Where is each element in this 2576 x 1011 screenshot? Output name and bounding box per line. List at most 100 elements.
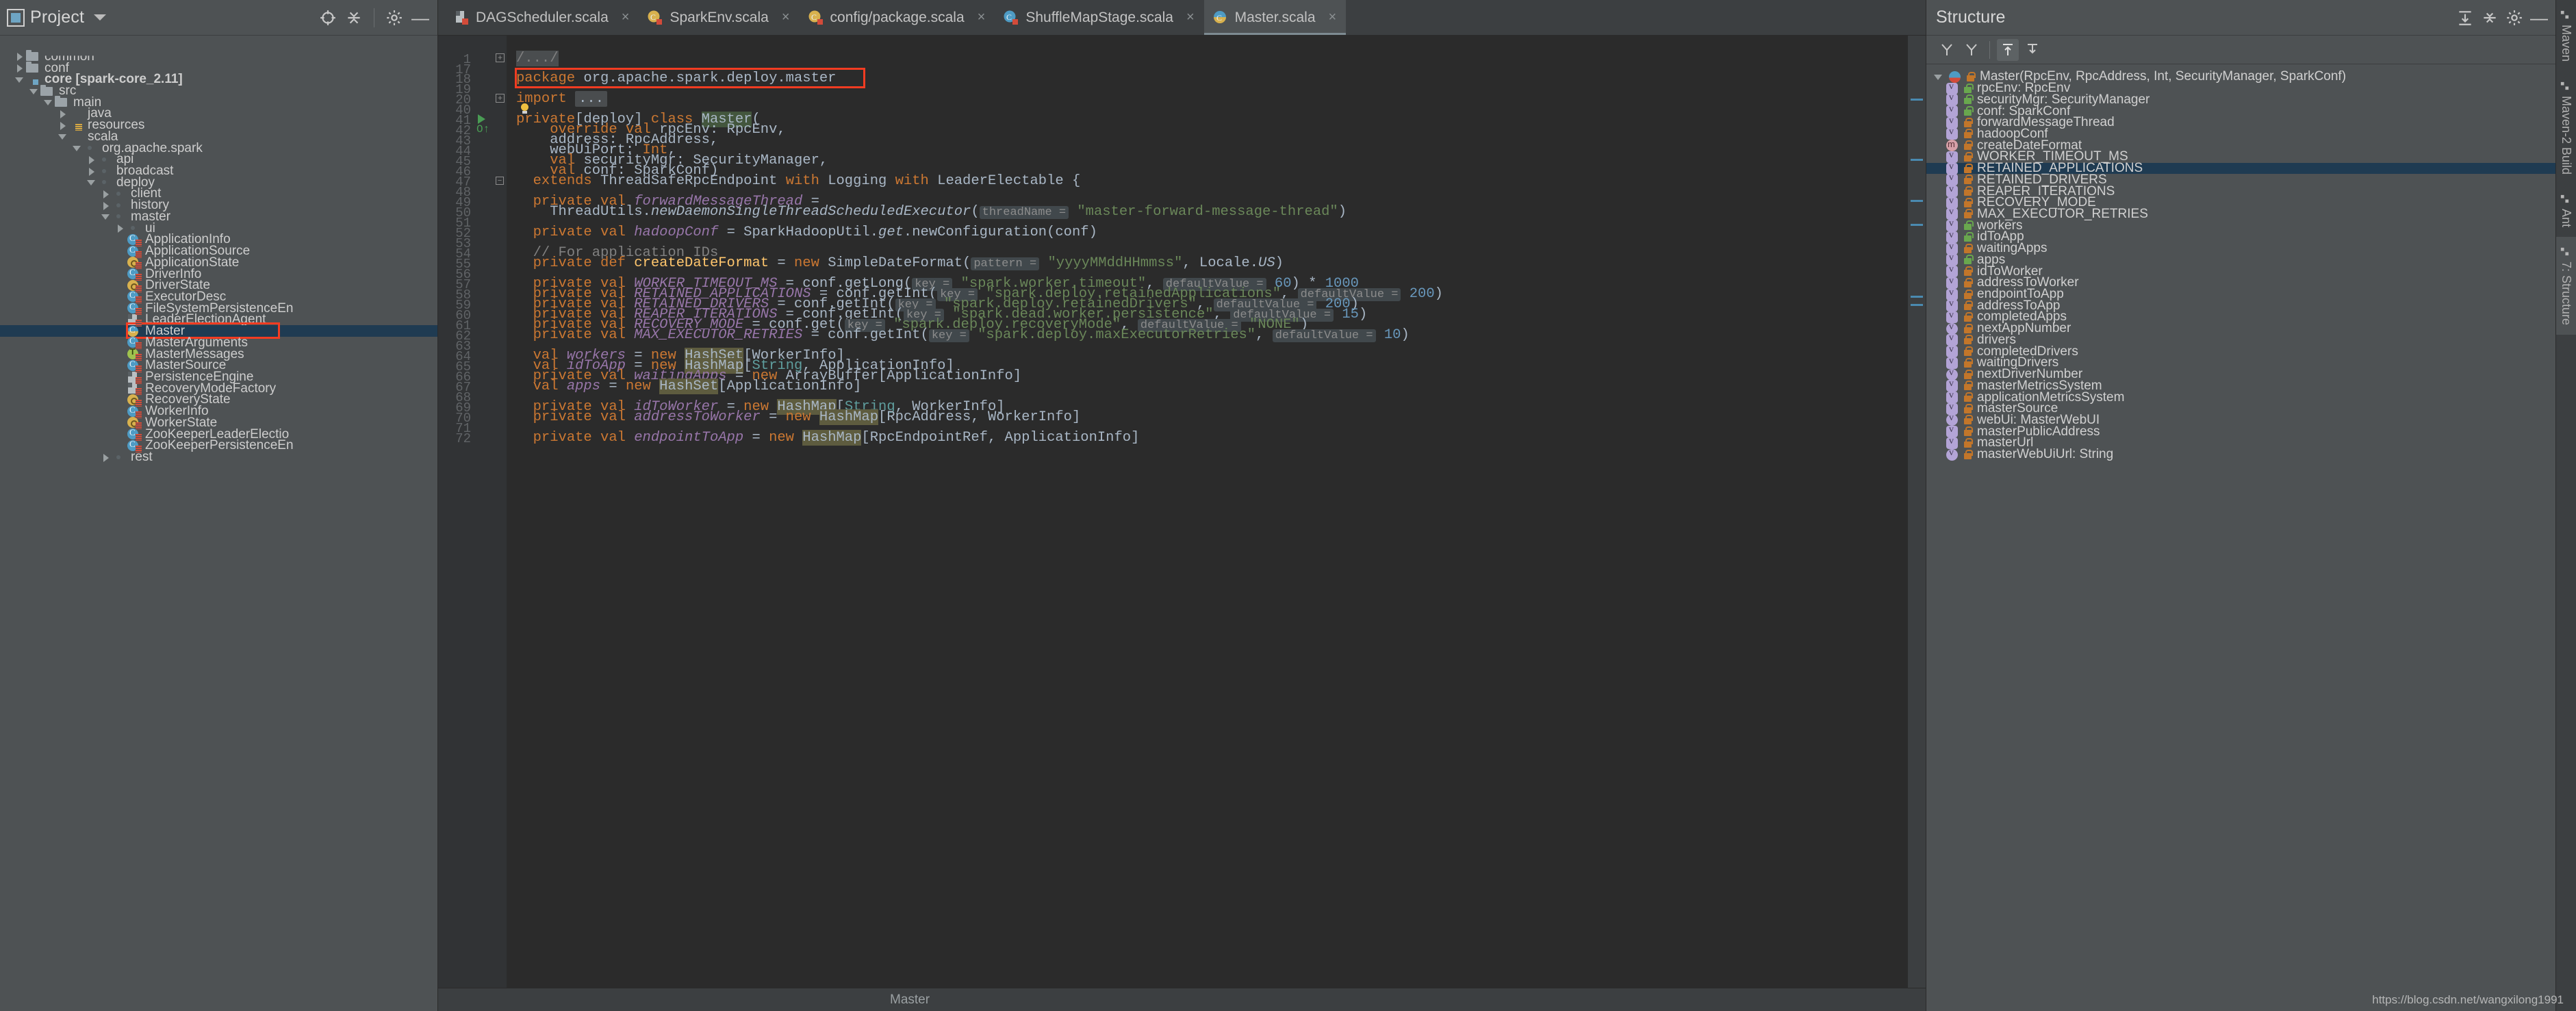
project-tree-item[interactable]: client	[0, 187, 437, 200]
close-icon[interactable]: ×	[978, 10, 986, 25]
project-tree-item[interactable]: resources	[0, 118, 437, 131]
code-line[interactable]: private def createDateFormat = new Simpl…	[516, 256, 1284, 271]
tool-window-tab[interactable]: Maven-2 Build	[2556, 71, 2576, 184]
editor-tab[interactable]: C SparkEnv.scala ×	[639, 0, 799, 35]
fold-expand-icon[interactable]: +	[496, 53, 505, 62]
chevron-down-icon[interactable]	[86, 177, 97, 188]
fold-collapse-icon[interactable]: −	[496, 177, 504, 185]
chevron-down-icon[interactable]	[1933, 71, 1944, 82]
locked-icon	[1963, 403, 1973, 415]
project-tree[interactable]: common conf core [spark-core_2.11] src main j…	[0, 36, 437, 1011]
project-tree-item[interactable]: ZooKeeperPersistenceEn	[0, 439, 437, 452]
locked-icon	[1963, 208, 1973, 220]
project-tree-item[interactable]: LeaderElectionAgent	[0, 313, 437, 327]
chevron-right-icon[interactable]	[86, 166, 97, 177]
marker-stripe[interactable]	[1908, 36, 1926, 988]
fold-expand-icon[interactable]: +	[496, 94, 505, 103]
sort-by-visibility-icon[interactable]	[1936, 39, 1958, 61]
chevron-down-icon[interactable]	[58, 131, 68, 142]
tool-window-tab[interactable]: Maven	[2556, 0, 2576, 71]
code-token: endpointToApp	[634, 430, 744, 446]
project-tree-item[interactable]: rest	[0, 450, 437, 463]
chevron-right-icon[interactable]	[14, 51, 25, 62]
chevron-right-icon[interactable]	[115, 222, 126, 233]
show-anonymous-icon[interactable]	[2022, 39, 2043, 61]
chevron-down-icon[interactable]	[101, 211, 112, 222]
expand-all-icon[interactable]	[2454, 7, 2476, 29]
project-tree-item[interactable]: org.apache.spark	[0, 142, 437, 155]
close-icon[interactable]: ×	[1329, 10, 1337, 25]
project-tree-item[interactable]: main	[0, 95, 437, 109]
code-line[interactable]: /.../	[516, 51, 559, 66]
chevron-right-icon[interactable]	[101, 200, 112, 211]
code-editor[interactable]: /.../ package org.apache.spark.deploy.mas…	[507, 36, 1908, 988]
structure-toolbar[interactable]	[1926, 36, 2555, 64]
editor-tab[interactable]: DAGScheduler.scala ×	[445, 0, 639, 35]
show-inherited-icon[interactable]	[1997, 38, 2019, 61]
chevron-down-icon[interactable]	[43, 97, 54, 107]
project-tree-item[interactable]: ApplicationState	[0, 256, 437, 270]
minimize-icon[interactable]: —	[410, 8, 431, 28]
structure-tree-item[interactable]: masterWebUiUrl: String	[1926, 447, 2555, 461]
code-line[interactable]: private val addressToWorker = new HashMa…	[516, 409, 1080, 425]
chevron-down-icon[interactable]	[94, 14, 107, 21]
code-token: "master-forward-message-thread"	[1069, 204, 1338, 220]
run-gutter-icon[interactable]	[478, 114, 485, 124]
overriding-method-icon[interactable]: O↑	[476, 123, 489, 136]
chevron-right-icon[interactable]	[58, 120, 68, 131]
editor-tab[interactable]: C ShuffleMapStage.scala ×	[995, 0, 1203, 35]
right-tool-strip[interactable]: Maven Maven-2 Build Ant 7: Structure	[2555, 0, 2576, 1011]
structure-tree[interactable]: Master(RpcEnv, RpcAddress, Int, Security…	[1926, 64, 2555, 1011]
project-tree-item[interactable]: DriverInfo	[0, 267, 437, 281]
project-tree-item[interactable]: scala	[0, 130, 437, 143]
close-icon[interactable]: ×	[622, 10, 630, 25]
project-tree-item[interactable]: deploy	[0, 176, 437, 189]
code-token: =	[600, 379, 626, 394]
close-icon[interactable]: ×	[1186, 10, 1195, 25]
editor-tab[interactable]: Cconfig/package.scala ×	[800, 0, 995, 35]
close-icon[interactable]: ×	[782, 10, 790, 25]
gear-icon	[2560, 81, 2572, 92]
structure-tree-item[interactable]: waitingApps	[1926, 241, 2555, 255]
tool-window-tab[interactable]: Ant	[2556, 184, 2576, 237]
chevron-down-icon[interactable]	[72, 142, 83, 153]
chevron-right-icon[interactable]	[86, 154, 97, 165]
collapse-all-icon[interactable]	[2479, 7, 2501, 29]
chevron-right-icon[interactable]	[58, 108, 68, 119]
tool-window-tab-label: Maven	[2560, 25, 2573, 62]
editor-gutter[interactable]: 1 +17 18 19 20 +40 41 42 O↑ 43 44 45 46 47−48 49 50 51 52…	[438, 36, 507, 988]
gear-icon[interactable]	[2503, 7, 2525, 29]
tool-window-tab[interactable]: 7: Structure	[2556, 237, 2576, 335]
editor-tabs[interactable]: DAGScheduler.scala × C SparkEnv.scala × Cconf…	[438, 0, 1926, 36]
chevron-right-icon[interactable]	[101, 452, 112, 463]
locate-icon[interactable]	[318, 8, 338, 28]
project-tree-item[interactable]: master	[0, 210, 437, 223]
project-tree-item[interactable]: WorkerInfo	[0, 405, 437, 418]
project-tree-item[interactable]: java	[0, 107, 437, 120]
project-tree-item[interactable]: broadcast	[0, 164, 437, 177]
code-line[interactable]: ThreadUtils.newDaemonSingleThreadSchedul…	[516, 205, 1347, 220]
gear-icon[interactable]	[384, 8, 405, 28]
collapse-all-icon[interactable]	[344, 8, 364, 28]
folder-icon	[54, 95, 69, 109]
group-icon[interactable]	[1961, 39, 1982, 61]
code-line[interactable]: package org.apache.spark.deploy.master	[516, 71, 836, 86]
code-line[interactable]: val apps = new HashSet[ApplicationInfo]	[516, 379, 861, 394]
code-line[interactable]: extends ThreadSafeRpcEndpoint with Loggi…	[516, 174, 1081, 189]
code-token: [RpcEndpointRef, ApplicationInfo]	[861, 430, 1140, 446]
project-tree-item[interactable]: RecoveryState	[0, 393, 437, 407]
chevron-down-icon[interactable]	[14, 74, 25, 85]
minimize-icon[interactable]: —	[2528, 7, 2550, 29]
structure-tree-item[interactable]: nextAppNumber	[1926, 321, 2555, 335]
chevron-right-icon[interactable]	[14, 62, 25, 73]
project-tree-item[interactable]: history	[0, 199, 437, 212]
chevron-down-icon[interactable]	[29, 86, 40, 97]
project-tree-item[interactable]: api	[0, 153, 437, 166]
editor-tab[interactable]: C Master.scala ×	[1203, 0, 1347, 35]
code-line[interactable]: private val endpointToApp = new HashMap[…	[516, 430, 1140, 446]
code-line[interactable]: private val MAX_EXECUTOR_RETRIES = conf.…	[516, 328, 1410, 343]
chevron-right-icon[interactable]	[101, 188, 112, 199]
code-line[interactable]: private val hadoopConf = SparkHadoopUtil…	[516, 225, 1097, 240]
